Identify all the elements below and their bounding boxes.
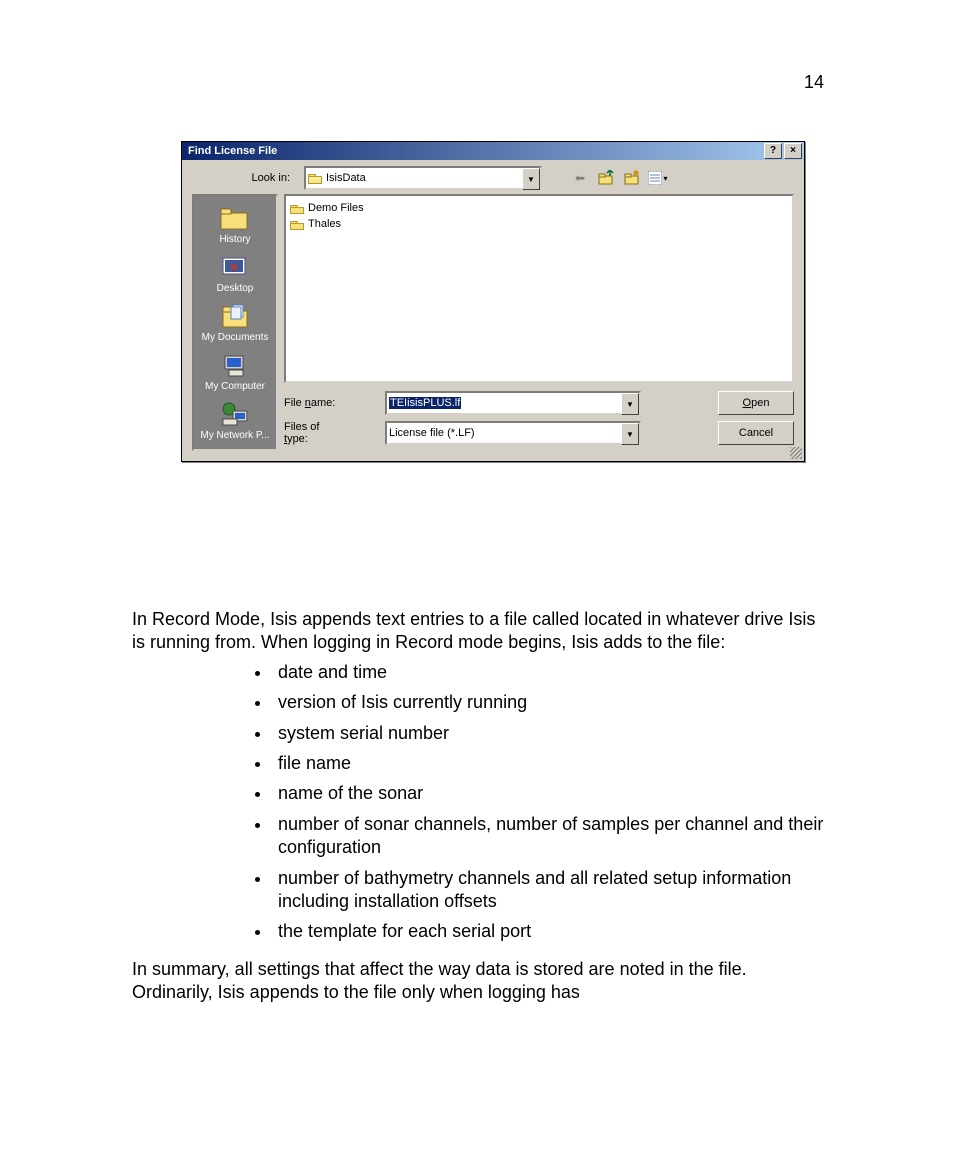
bullet-item: system serial number [272,722,827,745]
bullet-item: the template for each serial port [272,920,827,943]
find-license-dialog: Find License File ? × Look in: IsisData … [181,141,805,462]
help-button[interactable]: ? [764,143,782,159]
look-in-dropdown[interactable]: ▼ [522,168,540,190]
file-item-label: Thales [308,218,341,230]
back-icon[interactable]: ⬅ [570,169,590,187]
file-item-label: Demo Files [308,202,364,214]
bullet-item: version of Isis currently running [272,691,827,714]
folder-icon [290,219,304,230]
my-computer-icon [219,351,251,379]
history-folder-icon [219,204,251,232]
my-documents-icon [219,302,251,330]
paragraph: In summary, all settings that affect the… [132,958,827,1005]
list-item[interactable]: Demo Files [290,200,788,216]
bullet-item: file name [272,752,827,775]
folder-open-icon [308,172,322,184]
file-name-input[interactable]: TEIisisPLUS.lf ▼ [385,391,641,415]
look-in-label: Look in: [192,172,296,184]
page-number: 14 [804,72,824,93]
view-menu-icon[interactable]: ▾ [648,169,668,187]
paragraph: In Record Mode, Isis appends text entrie… [132,608,827,655]
place-label: My Documents [202,332,269,343]
place-label: My Network P... [200,430,269,441]
file-name-label: File name: [284,397,339,409]
bullet-list: date and time version of Isis currently … [132,661,827,944]
file-list[interactable]: Demo Files Thales [284,194,794,383]
place-my-network[interactable]: My Network P... [199,396,271,445]
folder-icon [290,203,304,214]
desktop-icon [219,253,251,281]
places-bar: History Desktop My Documents My Computer [192,194,278,451]
dialog-title: Find License File [184,145,277,157]
up-one-level-icon[interactable] [596,169,616,187]
bullet-item: number of bathymetry channels and all re… [272,867,827,914]
files-of-type-label: Files of type: [284,421,339,445]
place-desktop[interactable]: Desktop [199,249,271,298]
file-name-value: TEIisisPLUS.lf [389,397,461,409]
titlebar: Find License File ? × [182,142,804,160]
look-in-value: IsisData [326,172,366,184]
files-of-type-value: License file (*.LF) [389,427,475,439]
place-my-documents[interactable]: My Documents [199,298,271,347]
resize-grip[interactable] [790,447,802,459]
place-my-computer[interactable]: My Computer [199,347,271,396]
cancel-button[interactable]: Cancel [718,421,794,445]
place-label: Desktop [217,283,254,294]
bullet-item: number of sonar channels, number of samp… [272,813,827,860]
look-in-combo[interactable]: IsisData ▼ [304,166,542,190]
open-button[interactable]: Open [718,391,794,415]
list-item[interactable]: Thales [290,216,788,232]
files-of-type-dropdown[interactable]: ▼ [621,423,639,445]
place-history[interactable]: History [199,200,271,249]
new-folder-icon[interactable] [622,169,642,187]
files-of-type-combo[interactable]: License file (*.LF) ▼ [385,421,641,445]
place-label: My Computer [205,381,265,392]
bullet-item: name of the sonar [272,782,827,805]
file-name-dropdown[interactable]: ▼ [621,393,639,415]
place-label: History [219,234,250,245]
body-text: In Record Mode, Isis appends text entrie… [132,608,827,1010]
close-button[interactable]: × [784,143,802,159]
bullet-item: date and time [272,661,827,684]
network-icon [219,400,251,428]
